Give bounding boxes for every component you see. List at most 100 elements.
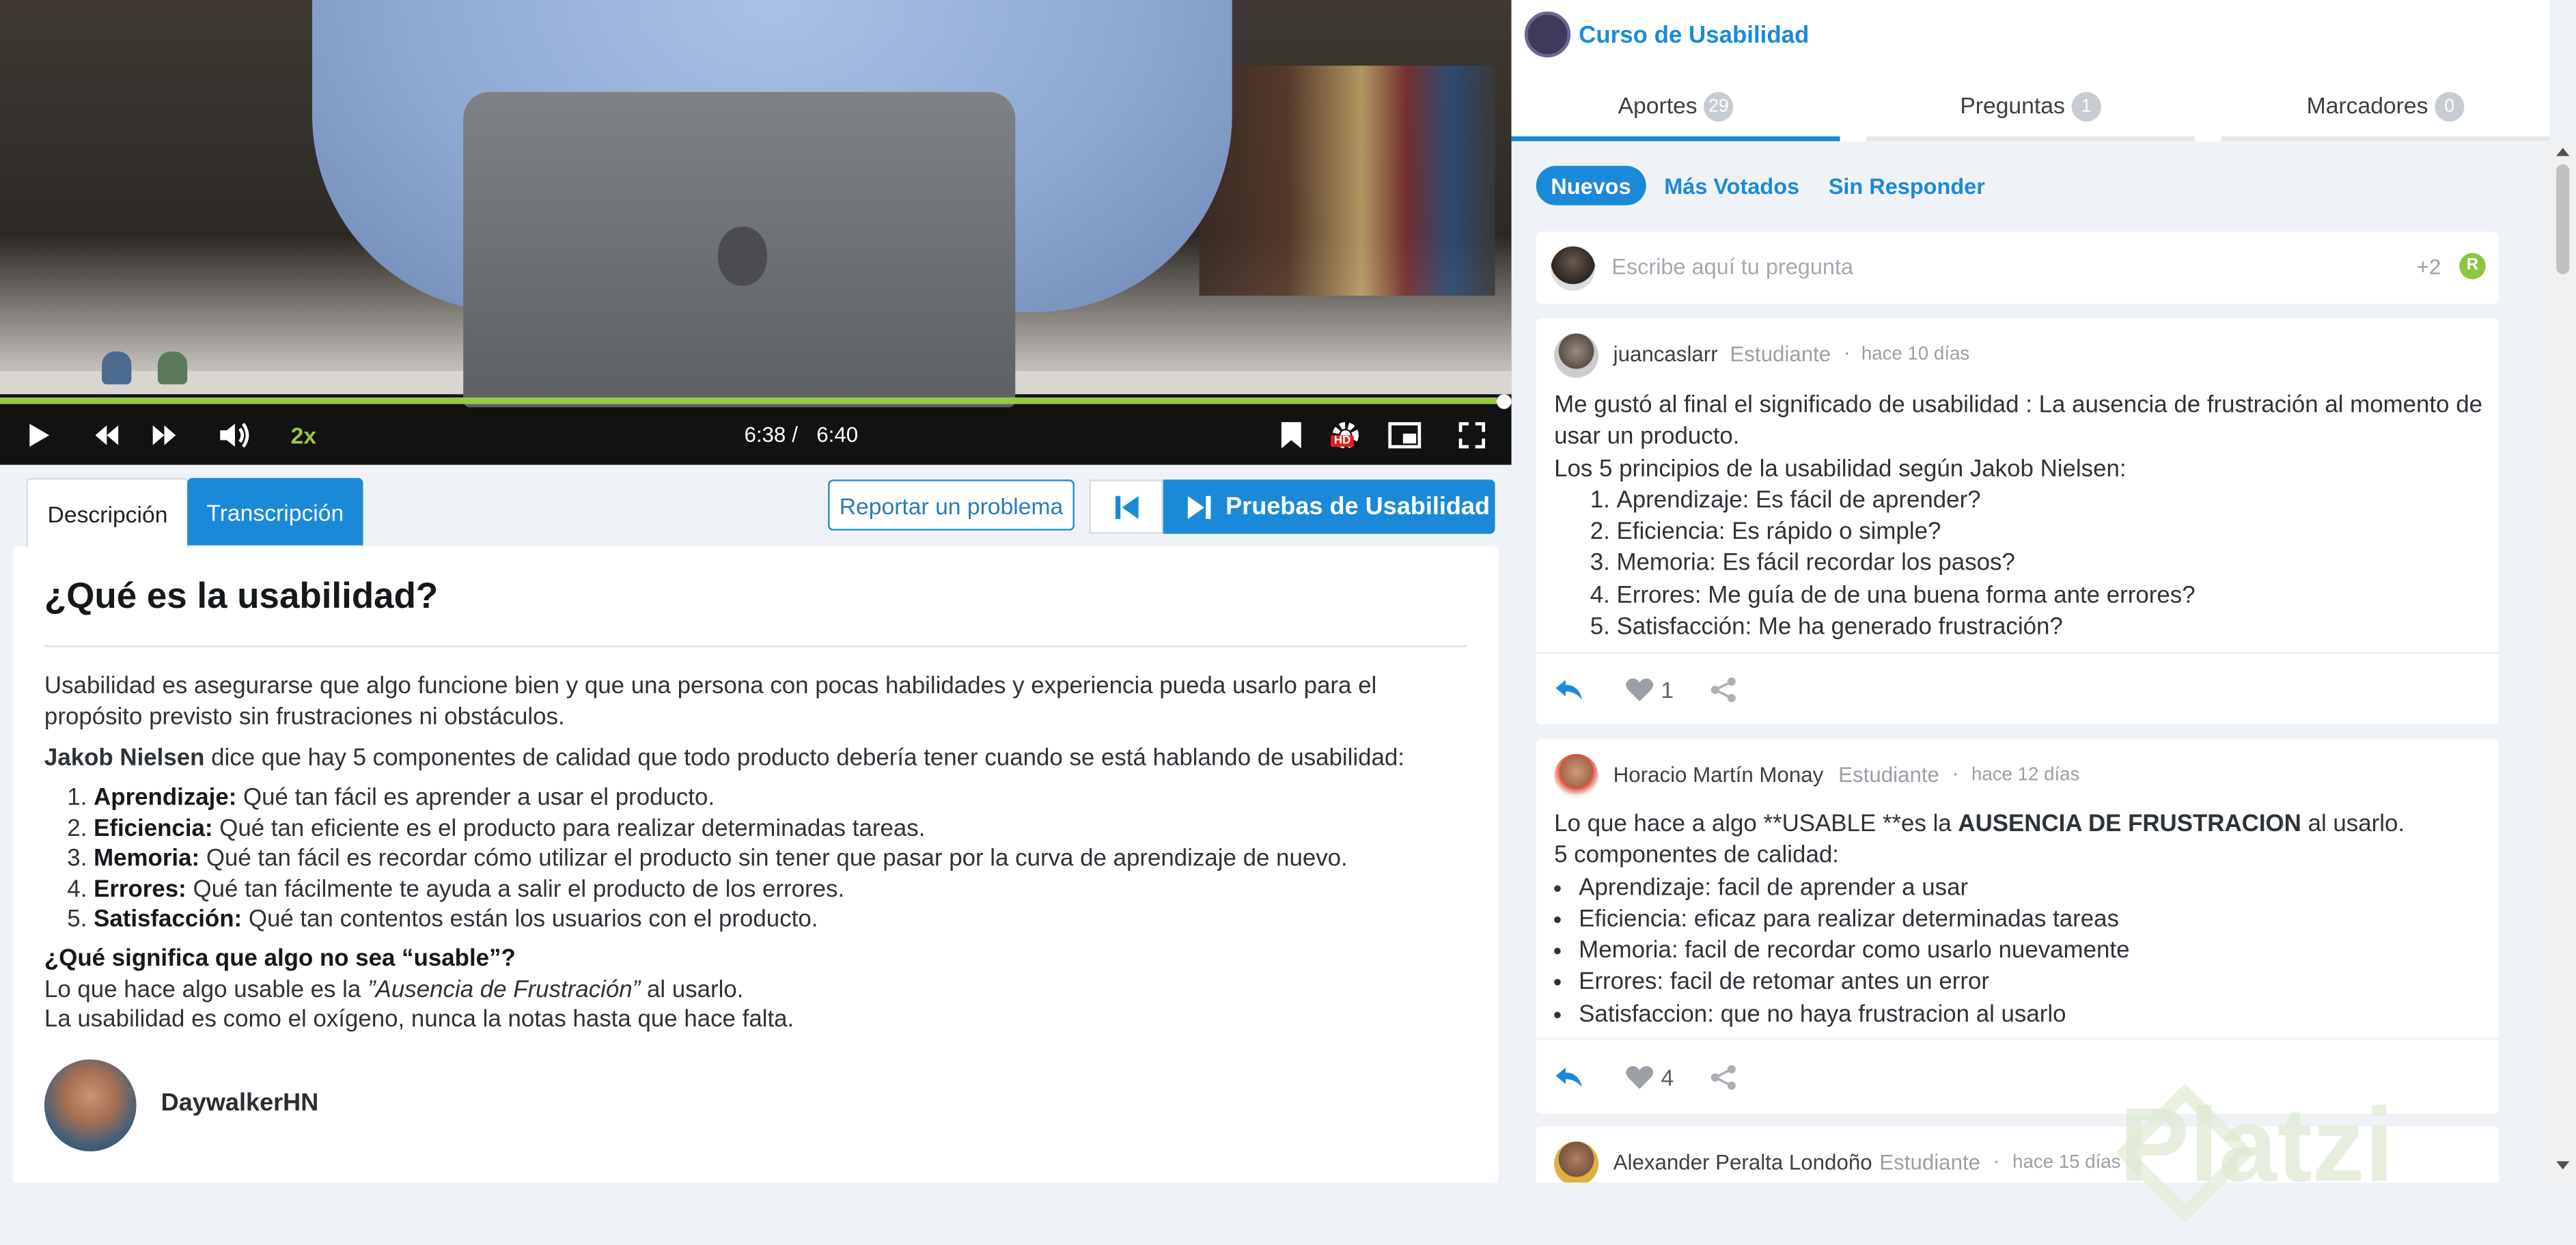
fullscreen-icon[interactable] xyxy=(1456,419,1488,451)
contributions-panel[interactable]: Nuevos Más Votados Sin Responder Escribe… xyxy=(1512,141,2550,1183)
post-username[interactable]: Alexander Peralta Londoño xyxy=(1614,1149,1872,1174)
divider xyxy=(44,645,1467,647)
list-item: Eficiencia: eficaz para realizar determi… xyxy=(1579,905,2491,936)
toy-figure-image xyxy=(157,351,188,384)
rewind-icon[interactable] xyxy=(90,419,123,451)
forward-icon[interactable] xyxy=(148,419,180,451)
list-item: Eficiencia: Es rápido o simple? xyxy=(1616,518,2490,549)
course-logo-icon[interactable] xyxy=(1524,11,1571,58)
post-date: hace 12 días xyxy=(1971,765,2080,785)
post-date: hace 10 días xyxy=(1861,345,1970,365)
course-title[interactable]: Curso de Usabilidad xyxy=(1579,23,1809,49)
filter-top-voted[interactable]: Más Votados xyxy=(1650,166,1814,206)
tab-preguntas[interactable]: Preguntas 1 xyxy=(1866,92,2196,141)
list-item-term: Aprendizaje: xyxy=(94,785,237,812)
list-item: Errores: Me guía de de una buena forma a… xyxy=(1616,581,2490,613)
author-name[interactable]: DaywalkerHN xyxy=(161,1089,319,1117)
report-problem-button[interactable]: Reportar un problema xyxy=(828,479,1075,531)
bookshelf-image xyxy=(1199,66,1495,296)
heart-icon xyxy=(1626,1065,1654,1089)
picture-in-picture-icon[interactable] xyxy=(1387,419,1423,451)
platzi-watermark: Platzi xyxy=(2119,1085,2394,1204)
reply-icon[interactable] xyxy=(1554,675,1583,704)
next-lesson-button[interactable]: Pruebas de Usabilidad xyxy=(1163,479,1495,534)
like-count: 1 xyxy=(1661,676,1674,703)
list-item: Errores: facil de retomar antes un error xyxy=(1579,968,2491,1000)
tab-aportes[interactable]: Aportes 29 xyxy=(1511,92,1840,141)
tab-marcadores[interactable]: Marcadores 0 xyxy=(2221,92,2550,141)
play-icon[interactable] xyxy=(23,419,56,451)
post-text-part: al usarlo. xyxy=(2301,811,2405,838)
list-item: Satisfacción: Qué tan contentos están lo… xyxy=(94,905,1348,935)
list-item-desc: Qué tan fácil es aprender a usar el prod… xyxy=(236,785,715,812)
video-player[interactable]: 2x 6:38 / 6:40 HD xyxy=(0,0,1512,465)
tab-label: Aportes xyxy=(1618,92,1698,119)
avatar[interactable] xyxy=(1554,753,1599,798)
filter-new[interactable]: Nuevos xyxy=(1536,165,1646,206)
post-list: Aprendizaje: Es fácil de aprender? Efici… xyxy=(1554,486,2491,645)
list-item: Memoria: Qué tan fácil es recordar cómo … xyxy=(94,844,1348,874)
hd-badge: HD xyxy=(1331,435,1354,447)
heart-icon xyxy=(1626,678,1654,701)
previous-lesson-button[interactable] xyxy=(1089,479,1163,534)
list-item: Aprendizaje: Es fácil de aprender? xyxy=(1616,486,2490,518)
lesson-description: ¿Qué es la usabilidad? Usabilidad es ase… xyxy=(13,546,1499,1183)
tab-underline xyxy=(1511,136,1840,141)
post-text: Los 5 principios de la usabilidad según … xyxy=(1554,456,2127,483)
post-text-bold: AUSENCIA DE FRUSTRACION xyxy=(1958,811,2301,838)
list-item: Aprendizaje: Qué tan fácil es aprender a… xyxy=(94,783,1348,813)
progress-bar[interactable] xyxy=(0,397,1505,404)
post-text: Me gustó al final el significado de usab… xyxy=(1554,392,2483,451)
tab-description[interactable]: Descripción xyxy=(26,477,189,547)
list-item: Memoria: facil de recordar como usarlo n… xyxy=(1579,936,2491,968)
share-icon[interactable] xyxy=(1711,675,1736,704)
filter-unanswered[interactable]: Sin Responder xyxy=(1814,166,1999,206)
list-item: Satisfacción: Me ha generado frustración… xyxy=(1616,613,2490,644)
volume-icon[interactable] xyxy=(217,419,253,451)
tab-label: Marcadores xyxy=(2306,92,2428,119)
next-lesson-label: Pruebas de Usabilidad xyxy=(1225,492,1491,521)
list-item-term: Eficiencia: xyxy=(94,815,213,842)
usable-prefix: Lo que hace algo usable es la xyxy=(44,977,368,1004)
nielsen-text: dice que hay 5 componentes de calidad qu… xyxy=(204,745,1404,772)
tab-label: Preguntas xyxy=(1960,92,2065,119)
author-avatar[interactable] xyxy=(44,1059,137,1151)
usable-suffix: al usarlo. xyxy=(640,977,744,1004)
reply-icon[interactable] xyxy=(1554,1063,1583,1092)
current-time: 6:38 xyxy=(744,422,786,447)
tab-transcription[interactable]: Transcripción xyxy=(187,477,363,546)
progress-fill xyxy=(0,397,1497,404)
scroll-up-icon[interactable] xyxy=(2556,148,2570,156)
scroll-thumb[interactable] xyxy=(2556,164,2570,275)
post-date: hace 15 días xyxy=(2012,1153,2121,1173)
video-controls: 2x 6:38 / 6:40 HD xyxy=(0,404,1512,465)
ask-question-box[interactable]: Escribe aquí tu pregunta +2 R xyxy=(1536,232,2499,304)
lesson-toolbar: Descripción Transcripción Reportar un pr… xyxy=(0,465,1512,547)
share-icon[interactable] xyxy=(1711,1063,1736,1092)
post-list: Aprendizaje: facil de aprender a usar Ef… xyxy=(1554,873,2491,1031)
avatar[interactable] xyxy=(1554,333,1599,378)
like-button[interactable]: 4 xyxy=(1625,1063,1674,1092)
avatar[interactable] xyxy=(1554,1141,1599,1183)
separator-dot: · xyxy=(1952,760,1959,785)
divider xyxy=(1536,652,2499,654)
components-list: Aprendizaje: Qué tan fácil es aprender a… xyxy=(44,783,1348,935)
playback-speed[interactable]: 2x xyxy=(291,422,316,448)
avatar xyxy=(1551,246,1596,291)
list-item-desc: Qué tan fácilmente te ayuda a salir el p… xyxy=(186,876,845,903)
like-button[interactable]: 1 xyxy=(1625,675,1674,704)
panel-scrollbar[interactable] xyxy=(2549,141,2576,1183)
ask-question-input[interactable]: Escribe aquí tu pregunta xyxy=(1611,255,1853,279)
list-item-term: Memoria: xyxy=(94,845,200,873)
list-item: Aprendizaje: facil de aprender a usar xyxy=(1579,873,2491,904)
bookmark-icon[interactable] xyxy=(1277,419,1306,451)
post-text-part: Lo que hace a algo **USABLE **es la xyxy=(1554,811,1958,838)
post-username[interactable]: juancaslarr xyxy=(1614,341,1718,366)
post-card: Horacio Martín Monay Estudiante · hace 1… xyxy=(1536,739,2499,1114)
points-reward: +2 xyxy=(2416,254,2441,279)
post-username[interactable]: Horacio Martín Monay xyxy=(1614,762,1824,787)
scroll-down-icon[interactable] xyxy=(2556,1161,2570,1170)
course-panel-header: Curso de Usabilidad Aportes 29 Preguntas 1… xyxy=(1511,0,2550,141)
post-text: Lo que hace a algo **USABLE **es la AUSE… xyxy=(1554,810,2491,841)
usable-emphasis: ”Ausencia de Frustración” xyxy=(368,977,641,1004)
